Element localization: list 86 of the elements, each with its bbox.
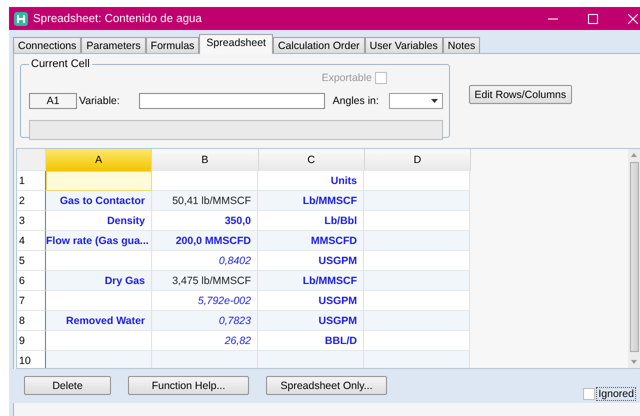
window-title: Spreadsheet: Contenido de agua <box>33 12 202 24</box>
table-cell[interactable] <box>152 351 258 368</box>
scroll-up-icon[interactable] <box>631 153 637 157</box>
table-cell[interactable] <box>152 171 258 191</box>
table-cell[interactable]: USGPM <box>258 311 364 331</box>
table-cell[interactable] <box>364 171 470 191</box>
row-header[interactable]: 1 <box>17 171 46 191</box>
table-cell[interactable] <box>46 171 152 191</box>
row-header[interactable]: 8 <box>17 311 46 331</box>
row-header[interactable]: 6 <box>17 271 46 291</box>
table-cell[interactable] <box>364 351 470 368</box>
maximize-icon[interactable] <box>588 14 598 24</box>
table-cell[interactable] <box>46 291 152 311</box>
row-header[interactable]: 9 <box>17 331 46 351</box>
table-cell[interactable] <box>364 331 470 351</box>
table-cell[interactable]: Units <box>258 171 364 191</box>
exportable-label: Exportable <box>322 72 372 84</box>
table-cell[interactable]: Lb/Bbl <box>258 211 364 231</box>
tab[interactable]: Spreadsheet <box>199 34 273 54</box>
exportable-checkbox[interactable] <box>374 72 387 84</box>
table-cell[interactable]: Flow rate (Gas gua... <box>46 231 152 251</box>
table-cell[interactable] <box>364 311 470 331</box>
group-legend: Current Cell <box>29 58 92 70</box>
formula-field[interactable] <box>29 120 443 140</box>
tab[interactable]: Parameters <box>81 37 146 53</box>
corner-header[interactable] <box>17 149 46 171</box>
edit-rows-columns-button[interactable]: Edit Rows/Columns <box>468 85 572 104</box>
table-cell[interactable] <box>364 291 470 311</box>
table-cell[interactable]: BBL/D <box>258 331 364 351</box>
button[interactable]: Delete <box>24 376 111 395</box>
cell-reference-field: A1 <box>29 93 77 109</box>
column-header[interactable]: D <box>364 149 471 171</box>
table-cell[interactable] <box>364 231 470 251</box>
table-cell[interactable]: USGPM <box>258 291 364 311</box>
tab[interactable]: Connections <box>13 37 82 53</box>
table-cell[interactable] <box>46 351 152 368</box>
button[interactable]: Function Help... <box>128 376 249 395</box>
row-header[interactable]: 4 <box>17 231 46 251</box>
column-header[interactable]: A <box>46 149 152 171</box>
column-header[interactable]: C <box>258 149 365 171</box>
table-cell[interactable]: Dry Gas <box>46 271 152 291</box>
table-cell[interactable]: USGPM <box>258 251 364 271</box>
table-cell[interactable]: Lb/MMSCF <box>258 191 364 211</box>
table-cell[interactable]: 0,7823 <box>152 311 258 331</box>
variable-label: Variable: <box>79 95 120 107</box>
ignored-checkbox[interactable] <box>583 388 596 400</box>
table-cell[interactable]: 26,82 <box>152 331 258 351</box>
variable-field[interactable] <box>138 93 325 109</box>
close-icon[interactable] <box>628 14 638 24</box>
row-header[interactable]: 7 <box>17 291 46 311</box>
row-header[interactable]: 2 <box>17 191 46 211</box>
ignored-label: Ignored <box>596 387 636 401</box>
tab[interactable]: User Variables <box>364 37 443 53</box>
table-cell[interactable]: Lb/MMSCF <box>258 271 364 291</box>
table-cell[interactable]: Density <box>46 211 152 231</box>
table-cell[interactable] <box>364 271 470 291</box>
table-cell[interactable]: 3,475 lb/MMSCF <box>152 271 258 291</box>
angles-dropdown[interactable] <box>388 93 443 109</box>
tab[interactable]: Calculation Order <box>272 37 365 53</box>
row-header[interactable]: 5 <box>17 251 46 271</box>
app-icon <box>14 12 28 26</box>
scroll-down-icon[interactable] <box>631 360 637 364</box>
angles-label: Angles in: <box>332 95 379 107</box>
table-cell[interactable] <box>364 251 470 271</box>
table-cell[interactable]: 0,8402 <box>152 251 258 271</box>
table-cell[interactable]: 50,41 lb/MMSCF <box>152 191 258 211</box>
table-cell[interactable] <box>364 191 470 211</box>
table-cell[interactable] <box>46 331 152 351</box>
table-cell[interactable] <box>46 251 152 271</box>
table-cell[interactable]: 350,0 <box>152 211 258 231</box>
table-cell[interactable]: Removed Water <box>46 311 152 331</box>
row-header[interactable]: 10 <box>17 351 46 368</box>
row-header[interactable]: 3 <box>17 211 46 231</box>
table-cell[interactable]: 5,792e-002 <box>152 291 258 311</box>
table-cell[interactable] <box>364 211 470 231</box>
table-cell[interactable] <box>258 351 364 368</box>
tab[interactable]: Formulas <box>146 37 200 53</box>
table-cell[interactable]: MMSCFD <box>258 231 364 251</box>
tab[interactable]: Notes <box>442 37 480 53</box>
column-header[interactable]: B <box>152 149 258 171</box>
scrollbar-thumb[interactable] <box>630 162 638 352</box>
caret-icon <box>430 99 438 103</box>
button[interactable]: Spreadsheet Only... <box>266 376 387 395</box>
table-cell[interactable]: 200,0 MMSCFD <box>152 231 258 251</box>
vertical-scrollbar[interactable] <box>628 149 640 368</box>
table-cell[interactable]: Gas to Contactor <box>46 191 152 211</box>
